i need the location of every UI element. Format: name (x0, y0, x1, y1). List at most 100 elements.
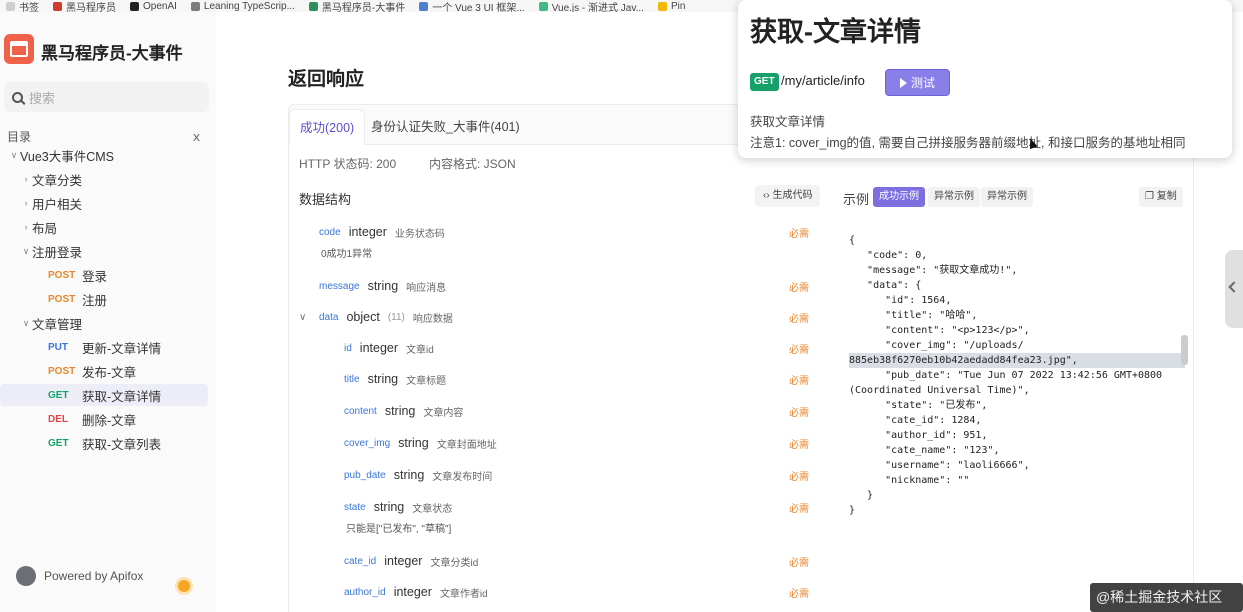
sidebar-item[interactable]: PUT 更新-文章详情 (0, 336, 208, 358)
sidebar-item-label: 文章分类 (32, 173, 83, 188)
bookmark-favicon-icon (538, 1, 548, 11)
bookmark-item[interactable]: 黑马程序员-大事件 (308, 0, 405, 12)
watermark: @稀土掘金技术社区 (1090, 583, 1243, 612)
code-line: "message": "获取文章成功!", (849, 265, 1018, 276)
apifox-logo-icon (16, 566, 36, 586)
bookmark-item[interactable]: 书签 (6, 0, 39, 12)
code-line: { (849, 235, 856, 246)
success-example-button[interactable]: 成功示例 (873, 187, 925, 207)
field-desc: 文章内容 (423, 407, 464, 419)
sidebar-item[interactable]: › 布局 (0, 216, 208, 238)
bookmark-item[interactable]: Pin (657, 1, 685, 12)
page-title: 返回响应 (288, 69, 365, 90)
expand-chevron-icon[interactable]: ∨ (299, 312, 306, 323)
sidebar-item-label: 用户相关 (32, 197, 83, 212)
json-example[interactable]: { "code": 0, "message": "获取文章成功!", "data… (849, 233, 1185, 612)
tab-success[interactable]: 成功(200) (289, 109, 366, 145)
field-desc: 文章分类id (430, 557, 479, 569)
sidebar-item[interactable]: GET 获取-文章列表 (0, 432, 208, 454)
bookmark-item[interactable]: OpenAI (130, 1, 177, 12)
sidebar: 黑马程序员-大事件 搜索 目录 ｘ ∨ Vue3大事件CMS › 文章分类 › 用户相关 ›… (0, 12, 216, 612)
sidebar-item[interactable]: ∨ 文章管理 (0, 312, 208, 334)
bookmark-item[interactable]: Leaning TypeScrip... (190, 1, 295, 12)
play-icon (899, 77, 907, 88)
sidebar-item[interactable]: ∨ 注册登录 (0, 240, 208, 262)
sidebar-item-label: 登录 (82, 269, 108, 284)
field-type: string (384, 404, 416, 418)
code-line: "cate_id": 1284, (849, 415, 982, 426)
field-type: object (346, 310, 380, 324)
sidebar-item-label: 删除-文章 (82, 413, 137, 428)
popup-title: 获取-文章详情 (750, 17, 921, 47)
field-row: cate_id integer 文章分类id 必需 (289, 550, 829, 572)
sidebar-item-label: 注册登录 (32, 245, 83, 260)
sidebar-item-label: 发布-文章 (82, 365, 137, 380)
code-line: "author_id": 951, (849, 430, 988, 441)
required-label: 必需 (789, 588, 809, 600)
field-type: integer (393, 585, 432, 599)
code-line: "cover_img": "/uploads/ (849, 340, 1024, 351)
field-row: id integer 文章id 必需 (289, 337, 829, 359)
app-logo-icon (4, 34, 34, 64)
bookmark-label: 黑马程序员 (66, 2, 116, 13)
field-row: pub_date string 文章发布时间 必需 (289, 464, 829, 486)
field-note: 0成功1异常 (321, 249, 373, 260)
search-input[interactable]: 搜索 (4, 82, 209, 112)
collapse-icon[interactable]: ｘ (190, 126, 203, 145)
bookmark-favicon-icon (53, 1, 62, 11)
field-row: title string 文章标题 必需 (289, 368, 829, 390)
bookmark-item[interactable]: 黑马程序员 (53, 0, 116, 12)
chevron-icon: ∨ (22, 317, 30, 328)
data-structure-label: 数据结构 (299, 192, 352, 207)
endpoint-path: /my/article/info (781, 73, 865, 88)
code-line: "username": "laoli6666", (849, 460, 1030, 471)
bookmark-label: OpenAI (143, 0, 177, 12)
bookmark-item[interactable]: Vue.js - 渐进式 Jav... (538, 0, 644, 13)
copy-button[interactable]: ❐ 复制 (1139, 187, 1183, 207)
search-icon (12, 91, 23, 103)
field-name: author_id (344, 586, 386, 598)
sidebar-item[interactable]: › 用户相关 (0, 192, 208, 214)
error-example-button-1[interactable]: 异常示例 (928, 187, 980, 207)
code-line: "code": 0, (849, 250, 928, 261)
field-name: title (344, 373, 360, 385)
theme-toggle-icon[interactable] (178, 580, 190, 592)
required-label: 必需 (789, 439, 809, 451)
test-button[interactable]: 测试 (885, 69, 950, 96)
sidebar-item[interactable]: GET 获取-文章详情 (0, 384, 208, 406)
bookmark-favicon-icon (419, 1, 429, 11)
chevron-left-icon (1228, 281, 1240, 293)
bookmark-label: Vue.js - 渐进式 Jav... (551, 2, 644, 13)
tab-auth-failed[interactable]: 身份认证失败_大事件(401) (361, 109, 530, 145)
method-tag: GET (48, 389, 69, 401)
search-placeholder: 搜索 (29, 90, 56, 106)
endpoint-note: 注意1: cover_img的值, 需要自己拼接服务器前缀地址, 和接口服务的基… (750, 136, 1186, 150)
field-name: cover_img (344, 437, 391, 449)
field-type: integer (359, 341, 399, 355)
sidebar-item[interactable]: POST 注册 (0, 288, 208, 310)
generate-code-button[interactable]: ‹› 生成代码 (755, 185, 821, 207)
chevron-icon: ∨ (22, 245, 30, 256)
sidebar-item[interactable]: DEL 删除-文章 (0, 408, 208, 430)
required-label: 必需 (789, 557, 809, 569)
field-name: state (344, 501, 366, 513)
field-name: pub_date (344, 469, 386, 481)
required-label: 必需 (789, 344, 809, 356)
code-scrollbar[interactable] (1181, 335, 1188, 365)
field-type: integer (384, 554, 423, 568)
endpoint-description: 获取文章详情 (750, 115, 826, 129)
powered-by[interactable]: Powered by Apifox (16, 566, 143, 586)
error-example-button-2[interactable]: 异常示例 (981, 187, 1033, 207)
bookmark-favicon-icon (130, 1, 139, 11)
chevron-icon: › (24, 222, 28, 232)
sidebar-item[interactable]: › 文章分类 (0, 168, 208, 190)
response-card: 成功(200) 身份认证失败_大事件(401) HTTP 状态码: 200 内容… (288, 104, 1194, 612)
method-tag: GET (48, 437, 69, 449)
sidebar-item[interactable]: POST 登录 (0, 264, 208, 286)
field-list: code integer 业务状态码 必需 0成功1异常 message string 响应消… (289, 221, 829, 612)
bookmark-item[interactable]: 一个 Vue 3 UI 框架... (419, 0, 525, 12)
side-panel-handle[interactable] (1225, 250, 1243, 328)
sidebar-item[interactable]: POST 发布-文章 (0, 360, 208, 382)
sidebar-item[interactable]: ∨ Vue3大事件CMS (0, 144, 208, 166)
sidebar-item-label: Vue3大事件CMS (20, 149, 115, 164)
